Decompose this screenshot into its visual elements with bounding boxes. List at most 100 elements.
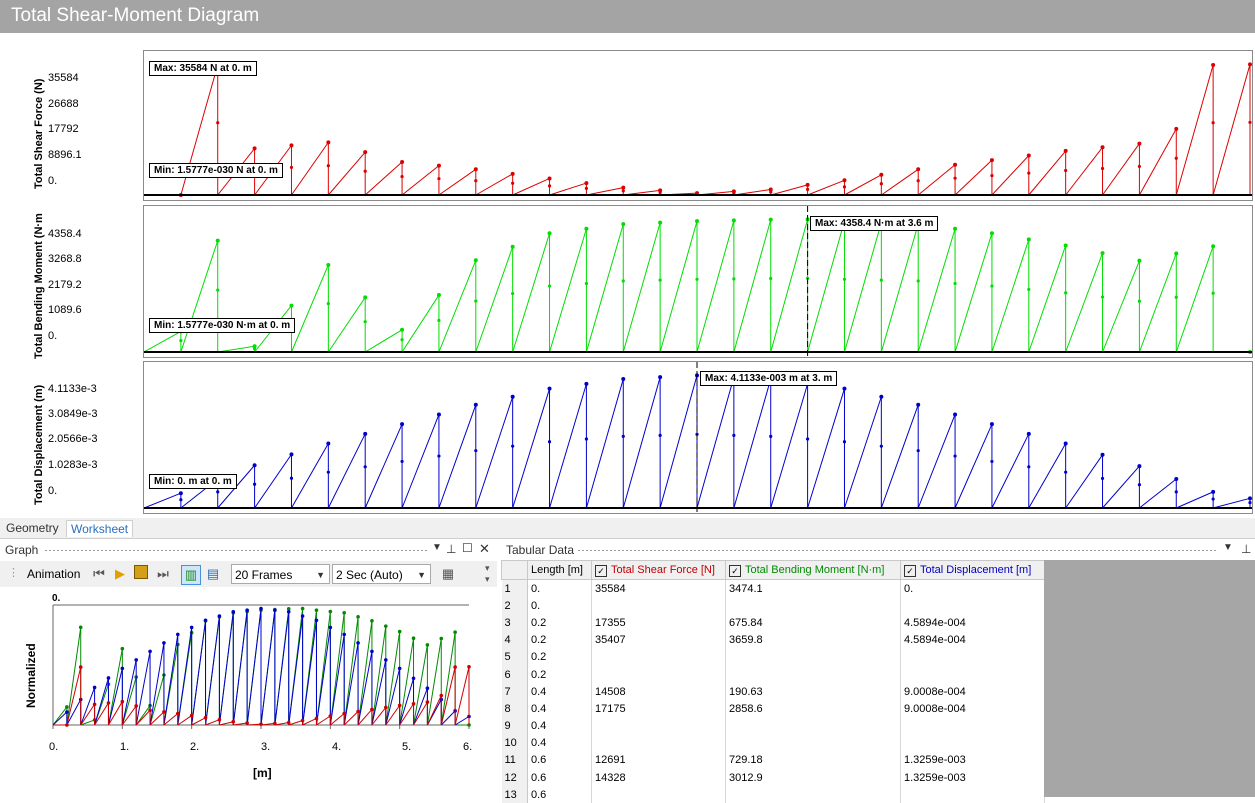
row-number-cell: 7 <box>502 683 528 700</box>
table-cell <box>592 735 726 752</box>
graph-series-line <box>330 634 344 725</box>
pin-icon[interactable]: ⊥ <box>446 542 456 556</box>
displacement-header[interactable]: ✓Total Displacement [m] <box>901 561 1045 580</box>
maximize-icon[interactable]: ☐ <box>462 541 473 555</box>
table-cell: 0.2 <box>528 649 592 666</box>
close-icon[interactable]: ✕ <box>479 541 490 557</box>
table-cell: 1.3259e-003 <box>901 769 1045 786</box>
graph-data-point <box>412 636 416 640</box>
toolbar-overflow-icon[interactable]: ▾▾ <box>485 563 490 585</box>
table-row[interactable]: 70.414508190.639.0008e-004 <box>502 683 1045 700</box>
graph-series-line <box>219 612 233 725</box>
series-line <box>291 443 328 508</box>
series-line <box>1176 492 1213 508</box>
data-point <box>990 284 993 287</box>
chevron-down-icon[interactable]: ▼ <box>1223 542 1233 553</box>
graph-data-point <box>134 704 138 708</box>
series-line <box>586 379 623 508</box>
export-video-icon[interactable]: ▦ <box>439 565 457 583</box>
distributed-icon[interactable]: ▥ <box>181 565 201 585</box>
graph-data-point <box>287 610 291 614</box>
graph-data-point <box>384 706 388 710</box>
stop-icon[interactable] <box>132 565 150 583</box>
graph-series-line <box>164 634 178 725</box>
data-point <box>621 377 625 381</box>
data-point <box>990 460 993 463</box>
table-row[interactable]: 100.4 <box>502 735 1045 752</box>
play-icon[interactable]: ▶ <box>111 565 129 583</box>
data-point <box>1101 295 1104 298</box>
series-line <box>992 239 1029 352</box>
chevron-down-icon[interactable]: ▼ <box>432 542 442 553</box>
graph-data-point <box>204 618 208 622</box>
moment-plot[interactable] <box>143 205 1253 358</box>
table-row[interactable]: 120.6143283012.91.3259e-003 <box>502 769 1045 786</box>
moment-max-callout: Max: 4358.4 N·m at 3.6 m <box>810 216 938 231</box>
series-line <box>1213 64 1250 195</box>
table-row[interactable]: 80.4171752858.69.0008e-004 <box>502 700 1045 717</box>
tab-geometry[interactable]: Geometry <box>2 520 63 536</box>
data-point <box>548 184 551 187</box>
chevron-down-icon: ▼ <box>316 565 325 585</box>
tab-worksheet[interactable]: Worksheet <box>66 520 133 537</box>
next-frame-icon[interactable]: ⏭ <box>154 565 172 583</box>
table-row[interactable]: 130.6 <box>502 786 1045 803</box>
series-line <box>181 241 218 352</box>
data-point <box>179 491 183 495</box>
data-point <box>622 189 625 192</box>
pin-icon[interactable]: ⊥ <box>1241 542 1251 556</box>
shear-checkbox[interactable]: ✓ <box>595 565 607 577</box>
graph-data-point <box>148 650 152 654</box>
previous-frame-icon[interactable]: ⏮ <box>90 565 108 583</box>
table-row[interactable]: 30.217355675.844.5894e-004 <box>502 614 1045 631</box>
data-point <box>621 186 625 190</box>
table-row[interactable]: 10.355843474.10. <box>502 580 1045 598</box>
data-point <box>880 182 883 185</box>
moment-checkbox[interactable]: ✓ <box>729 565 741 577</box>
row-number-cell: 13 <box>502 786 528 803</box>
series-line <box>1029 245 1066 352</box>
data-point <box>916 403 920 407</box>
duration-select[interactable]: 2 Sec (Auto) ▼ <box>332 564 431 584</box>
shear-header[interactable]: ✓Total Shear Force [N] <box>592 561 726 580</box>
data-point <box>769 190 772 193</box>
data-point <box>216 121 219 124</box>
table-row[interactable]: 90.4 <box>502 718 1045 735</box>
moment-tick: 4358.4 <box>48 228 82 240</box>
length-header[interactable]: Length [m] <box>528 561 592 580</box>
data-point <box>1027 171 1030 174</box>
table-row[interactable]: 110.612691729.181.3259e-003 <box>502 752 1045 769</box>
graph-data-point <box>231 720 235 724</box>
table-row[interactable]: 40.2354073659.84.5894e-004 <box>502 632 1045 649</box>
graph-chart-svg <box>0 587 497 797</box>
series-line <box>1139 253 1176 352</box>
table-cell <box>592 649 726 666</box>
data-point <box>364 170 367 173</box>
series-line <box>1103 144 1140 195</box>
series-line <box>1029 151 1066 195</box>
series-line <box>586 188 623 195</box>
table-row[interactable]: 60.2 <box>502 666 1045 683</box>
graph-x-tick: 1. <box>120 741 129 753</box>
moment-header[interactable]: ✓Total Bending Moment [N·m] <box>726 561 901 580</box>
displacement-checkbox[interactable]: ✓ <box>904 565 916 577</box>
graph-data-point <box>121 667 125 671</box>
graph-data-point <box>439 637 443 641</box>
data-point <box>990 158 994 162</box>
series-line <box>328 297 365 352</box>
displacement-plot[interactable] <box>143 361 1253 514</box>
table-row[interactable]: 20. <box>502 597 1045 614</box>
data-point <box>769 218 773 222</box>
data-point <box>474 179 477 182</box>
frames-select[interactable]: 20 Frames ▼ <box>231 564 330 584</box>
graph-data-point <box>439 694 443 698</box>
graph-series-line <box>400 638 414 725</box>
data-point <box>1212 497 1215 500</box>
data-point <box>363 295 367 299</box>
table-cell: 3012.9 <box>726 769 901 786</box>
shear-plot[interactable] <box>143 50 1253 201</box>
table-row[interactable]: 50.2 <box>502 649 1045 666</box>
data-point <box>400 422 404 426</box>
result-icon[interactable]: ▤ <box>204 565 222 583</box>
data-point <box>548 231 552 235</box>
